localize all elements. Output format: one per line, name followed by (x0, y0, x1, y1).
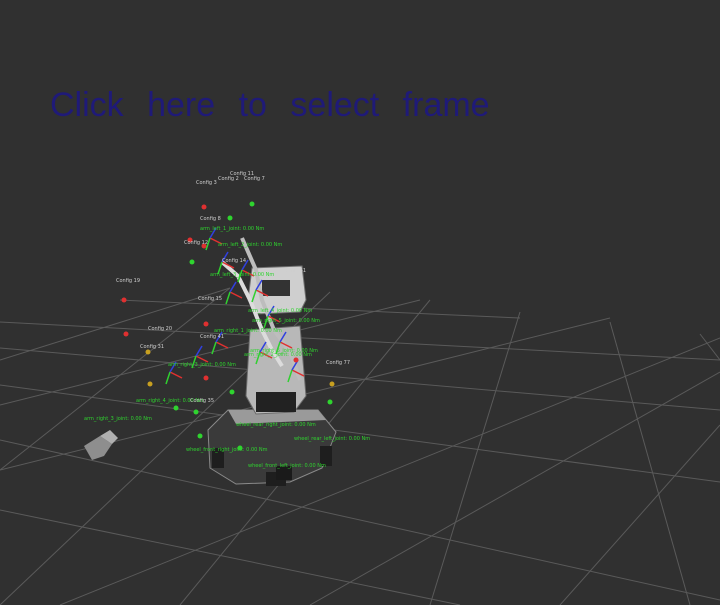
tf-frame-label: Config 35 (190, 398, 214, 404)
grid-line (609, 321, 691, 605)
select-frame-prompt[interactable]: Click here to select frame (50, 86, 490, 125)
grid-line (0, 439, 720, 601)
tf-axis-y (225, 291, 231, 305)
tf-frame-marker (197, 433, 203, 439)
tf-axis-x (215, 341, 229, 349)
tf-frame-marker (123, 331, 129, 337)
tf-frame-marker (203, 375, 209, 381)
tf-frame-marker (147, 381, 153, 387)
3d-viewport[interactable]: arm_left_1_joint: 0.00 Nm arm_left_2_join… (0, 0, 720, 605)
tf-frame-label: Config 15 (198, 296, 222, 302)
tf-frame-marker (145, 349, 151, 355)
tf-frame-label: Config 3 (196, 180, 217, 186)
tf-frame-label: Config 8 (200, 216, 221, 222)
robot-torso-dark (256, 392, 296, 412)
tf-frame-label: Config 7 (244, 176, 265, 182)
tf-joint-label: arm_left_3_joint: 0.00 Nm (210, 272, 274, 278)
tf-joint-label: arm_left_4_joint: 0.00 Nm (248, 308, 312, 314)
tf-joint-label: arm_right_3_joint: 0.00 Nm (84, 416, 152, 422)
tf-frame-marker (173, 405, 179, 411)
tf-frame-marker (249, 201, 255, 207)
tf-joint-label: wheel_rear_right_joint: 0.00 Nm (236, 422, 316, 428)
grid-line (59, 337, 720, 605)
tf-frame-label: Config 41 (200, 334, 224, 340)
tf-frame-label: Config 51 (282, 268, 306, 274)
tf-frame-marker (327, 399, 333, 405)
tf-joint-label: arm_left_2_joint: 0.00 Nm (218, 242, 282, 248)
tf-axis-y (211, 341, 217, 355)
tf-axis-x (169, 371, 183, 379)
tf-axis-z (229, 281, 237, 293)
tf-frame-label: Config 14 (222, 258, 246, 264)
tf-frame-marker (189, 259, 195, 265)
tf-axis-y (165, 371, 171, 385)
grid-line (309, 371, 720, 605)
tf-frame-label: Config 12 (184, 240, 208, 246)
tf-frame-marker (201, 204, 207, 210)
tf-frame-marker (203, 321, 209, 327)
grid-line (559, 424, 720, 605)
grid-line (0, 509, 461, 605)
tf-joint-label: arm_right_6_joint: 0.00 Nm (250, 348, 318, 354)
grid-line (0, 287, 231, 471)
tf-joint-label: arm_right_3_joint: 0.00 Nm (168, 362, 236, 368)
tf-frame-marker (293, 357, 299, 363)
tf-joint-label: wheel_rear_left_joint: 0.00 Nm (294, 436, 370, 442)
tf-axis-x (229, 291, 243, 299)
tf-joint-label: arm_left_1_joint: 0.00 Nm (200, 226, 264, 232)
tf-joint-label: arm_right_1_joint: 0.00 Nm (214, 328, 282, 334)
tf-frame-marker (193, 409, 199, 415)
tf-frame-marker (121, 297, 127, 303)
tf-joint-label: wheel_front_left_joint: 0.00 Nm (248, 463, 326, 469)
grid-line (0, 347, 720, 411)
tf-joint-label: arm_right_5_joint: 0.00 Nm (252, 318, 320, 324)
tf-frame-label: Config 20 (148, 326, 172, 332)
robot-head-screen (262, 280, 290, 296)
tf-frame-label: Config 19 (116, 278, 140, 284)
tf-frame-marker (227, 215, 233, 221)
grid-line (119, 299, 521, 319)
tf-joint-label: wheel_front_right_joint: 0.00 Nm (186, 447, 268, 453)
grid-line (699, 333, 720, 361)
tf-frame-marker (229, 389, 235, 395)
tf-frame-label: Config 77 (326, 360, 350, 366)
tf-frame-marker (329, 381, 335, 387)
tf-frame-label: Config 31 (140, 344, 164, 350)
grid-line (429, 311, 521, 605)
